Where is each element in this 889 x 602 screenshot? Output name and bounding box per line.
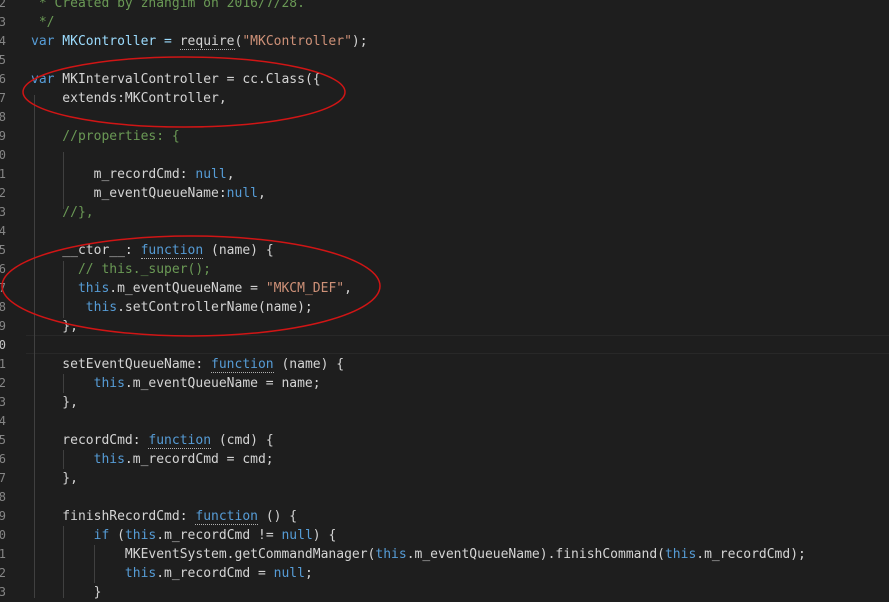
line-number: 2 <box>0 0 6 10</box>
line-number: 2 <box>0 376 6 390</box>
code-line: finishRecordCmd: function () { <box>31 509 298 525</box>
require-call: require <box>179 34 235 50</box>
line-number: 1 <box>0 167 6 181</box>
line-number: 7 <box>0 91 6 105</box>
code-editor[interactable]: * Created by zhangim on 2016/7/28. */ va… <box>0 0 889 600</box>
line-number: 4 <box>0 34 6 48</box>
line-number: 6 <box>0 72 6 86</box>
code-line: //}, <box>31 205 94 220</box>
line-number: 7 <box>0 471 6 485</box>
code-line: m_recordCmd: null, <box>31 167 235 182</box>
line-number: 1 <box>0 357 6 371</box>
line-number: 0 <box>0 148 6 162</box>
line-number: 3 <box>0 205 6 219</box>
line-number: 0 <box>0 338 6 352</box>
line-number: 3 <box>0 15 6 29</box>
line-number: 1 <box>0 547 6 561</box>
line-number: 0 <box>0 528 6 542</box>
line-number: 5 <box>0 53 6 67</box>
line-number: 8 <box>0 490 6 504</box>
code-line: this.m_eventQueueName = "MKCM_DEF", <box>31 281 352 296</box>
code-line: setEventQueueName: function (name) { <box>31 357 345 373</box>
code-line: if (this.m_recordCmd != null) { <box>31 528 337 543</box>
code-line: this.m_recordCmd = cmd; <box>31 452 274 467</box>
code-line: MKEventSystem.getCommandManager(this.m_e… <box>31 547 806 562</box>
code-line: m_eventQueueName:null, <box>31 186 266 201</box>
line-number: 7 <box>0 281 6 295</box>
code-line: recordCmd: function (cmd) { <box>31 433 274 449</box>
line-number: 5 <box>0 433 6 447</box>
line-number: 2 <box>0 566 6 580</box>
code-line: }, <box>31 319 78 334</box>
line-number: 4 <box>0 414 6 428</box>
code-line: var MKIntervalController = cc.Class({ <box>31 72 321 87</box>
line-number: 9 <box>0 319 6 333</box>
code-line: var MKController = require("MKController… <box>31 34 368 50</box>
line-number: 6 <box>0 262 6 276</box>
line-number: 8 <box>0 110 6 124</box>
code-line: //properties: { <box>31 129 180 144</box>
code-line: extends:MKController, <box>31 91 227 106</box>
code-line: this.setControllerName(name); <box>31 300 313 315</box>
code-line: */ <box>31 15 55 30</box>
line-number: 3 <box>0 585 6 599</box>
line-number: 5 <box>0 243 6 257</box>
code-line: }, <box>31 471 78 486</box>
code-line: }, <box>31 395 78 410</box>
code-line: this.m_recordCmd = null; <box>31 566 313 581</box>
code-line: } <box>31 585 102 600</box>
line-number: 4 <box>0 224 6 238</box>
code-line: // this._super(); <box>31 262 212 277</box>
line-number: 3 <box>0 395 6 409</box>
line-number: 6 <box>0 452 6 466</box>
code-line: __ctor__: function (name) { <box>31 243 274 259</box>
line-number: 2 <box>0 186 6 200</box>
line-number: 8 <box>0 300 6 314</box>
code-line: * Created by zhangim on 2016/7/28. <box>31 0 305 11</box>
line-number: 9 <box>0 509 6 523</box>
code-line: this.m_eventQueueName = name; <box>31 376 321 391</box>
line-number: 9 <box>0 129 6 143</box>
